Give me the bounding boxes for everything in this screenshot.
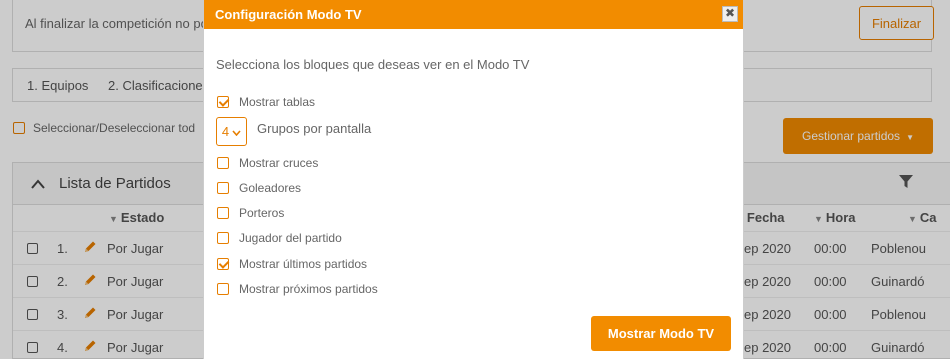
dialog-header: Configuración Modo TV ✖ (204, 0, 743, 29)
option-checkbox[interactable] (217, 232, 229, 244)
dialog-title: Configuración Modo TV (215, 7, 362, 22)
option-goleadores[interactable]: Goleadores (217, 181, 301, 195)
option-porteros[interactable]: Porteros (217, 206, 284, 220)
dialog-intro-text: Selecciona los bloques que deseas ver en… (216, 57, 530, 72)
option-mostrar-ultimos-partidos[interactable]: Mostrar últimos partidos (217, 257, 367, 271)
option-checkbox[interactable] (217, 207, 229, 219)
option-jugador-del-partido[interactable]: Jugador del partido (217, 231, 342, 245)
option-checkbox[interactable] (217, 157, 229, 169)
close-icon[interactable]: ✖ (722, 6, 738, 22)
groups-per-screen-label: Grupos por pantalla (257, 121, 372, 136)
option-checkbox[interactable] (217, 258, 229, 270)
option-label: Jugador del partido (239, 231, 342, 245)
option-label: Goleadores (239, 181, 302, 195)
option-checkbox[interactable] (217, 182, 229, 194)
show-tv-mode-button[interactable]: Mostrar Modo TV (591, 316, 731, 351)
option-mostrar-proximos-partidos[interactable]: Mostrar próximos partidos (217, 282, 378, 296)
option-checkbox[interactable] (217, 96, 229, 108)
option-label: Mostrar últimos partidos (239, 257, 368, 271)
option-label: Mostrar próximos partidos (239, 282, 378, 296)
option-label: Mostrar tablas (239, 95, 316, 109)
option-checkbox[interactable] (217, 283, 229, 295)
option-mostrar-cruces[interactable]: Mostrar cruces (217, 156, 318, 170)
chevron-down-icon (232, 124, 241, 139)
option-mostrar-tablas[interactable]: Mostrar tablas (217, 95, 315, 109)
groups-per-screen-select[interactable]: 4 (216, 117, 247, 146)
option-label: Porteros (239, 206, 285, 220)
tv-mode-config-dialog: Configuración Modo TV ✖ Selecciona los b… (203, 0, 744, 359)
groups-per-screen-value: 4 (221, 124, 230, 139)
option-label: Mostrar cruces (239, 156, 319, 170)
